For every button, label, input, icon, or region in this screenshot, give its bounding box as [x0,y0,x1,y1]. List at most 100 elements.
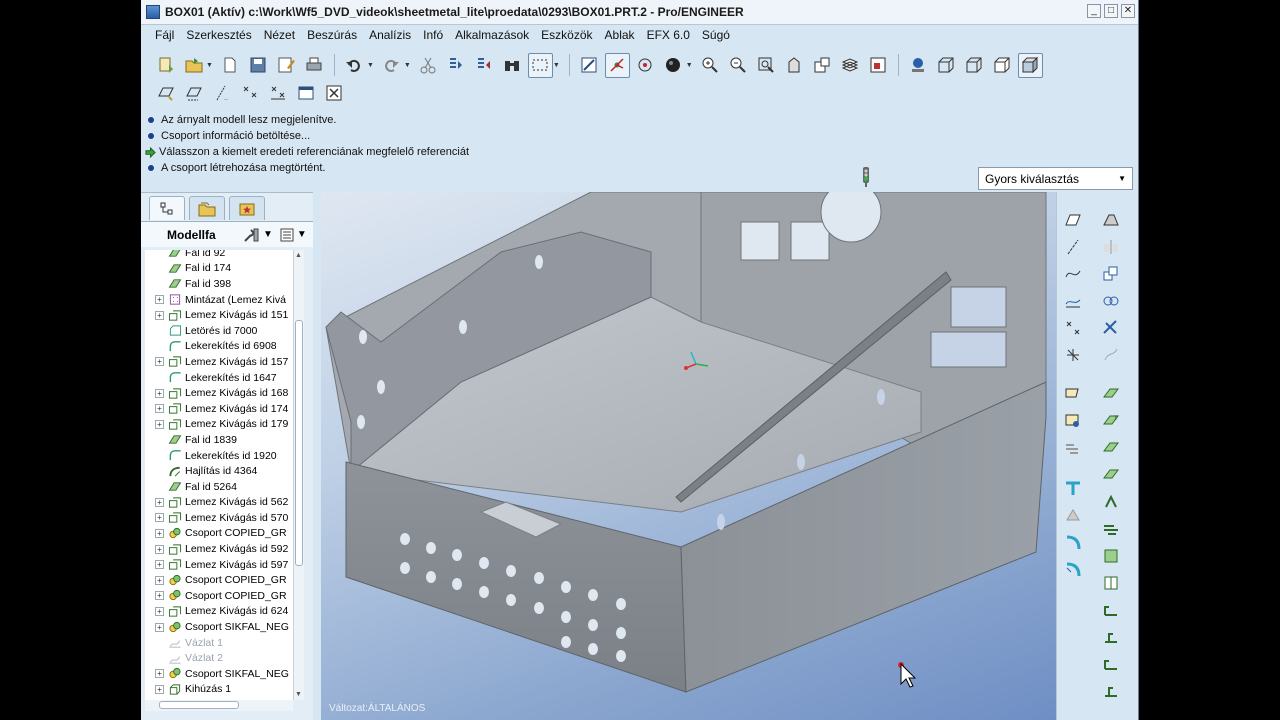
tree-show-button[interactable]: ▼ [279,227,307,243]
menu-view[interactable]: Nézet [258,28,301,42]
copy-tool[interactable] [1099,262,1123,286]
extend-tool[interactable] [1061,503,1085,527]
tree-row[interactable]: Hajlítás id 4364 [145,463,293,479]
cut-button[interactable] [416,53,441,78]
scrollbar-thumb[interactable] [159,701,239,709]
tree-row[interactable]: Letörés id 7000 [145,323,293,339]
graphics-viewport[interactable]: Változat:ÁLTALÁNOS [321,192,1056,720]
expand-icon[interactable]: + [155,357,164,367]
offset-tool[interactable] [1099,343,1123,367]
select-dropdown-icon[interactable]: ▼ [553,62,560,69]
save-as-button[interactable] [274,53,299,78]
wall-tool-2[interactable]: T [1099,409,1123,433]
quick-select-dropdown[interactable]: Gyors kiválasztás ▼ [978,167,1133,190]
expand-icon[interactable]: + [155,591,164,601]
wall-tool[interactable] [1099,382,1123,406]
expand-icon[interactable]: + [155,560,164,570]
tree-row[interactable]: Vázlat 1 [145,635,293,651]
form-tool[interactable] [1099,544,1123,568]
menu-applications[interactable]: Alkalmazások [449,28,535,42]
expand-icon[interactable]: + [155,310,164,320]
flatten-tool[interactable] [1099,571,1123,595]
group-tool[interactable] [1061,409,1085,433]
tree-row[interactable]: + Lemez Kivágás id 597 [145,557,293,573]
redo-dropdown-icon[interactable]: ▼ [404,62,411,69]
tree-horizontal-scrollbar[interactable] [145,700,293,711]
menu-tools[interactable]: Eszközök [535,28,598,42]
appearance-button[interactable] [906,53,931,78]
open-file-button[interactable] [181,53,206,78]
tree-row[interactable]: + Lemez Kivágás id 174 [145,401,293,417]
tree-row[interactable]: + Lemez Kivágás id 570 [145,510,293,526]
tree-row[interactable]: + Mintázat (Lemez Kivá [145,292,293,308]
close-window-button[interactable] [321,81,346,106]
trim-tool[interactable] [1099,316,1123,340]
expand-icon[interactable]: + [155,528,164,538]
zoom-out-button[interactable] [726,53,751,78]
sheetmetal-box-model[interactable] [321,192,1056,720]
spin-center-button[interactable] [604,52,630,78]
tab-model-tree[interactable] [149,196,185,220]
tree-vertical-scrollbar[interactable]: ▲ ▼ [293,250,304,700]
tree-row[interactable]: + Csoport COPIED_GR [145,526,293,542]
menu-info[interactable]: Infó [417,28,449,42]
close-button[interactable]: ✕ [1121,4,1135,18]
expand-icon[interactable]: + [155,606,164,616]
tree-row[interactable]: + Lemez Kivágás id 179 [145,417,293,433]
deform-area-tool[interactable] [1099,679,1123,703]
edge-bend-tool[interactable] [1061,557,1085,581]
rip-tool[interactable] [1099,490,1123,514]
expand-icon[interactable]: + [155,404,164,414]
expand-icon[interactable]: + [155,497,164,507]
model-tree-button[interactable] [293,81,318,106]
scrollbar-thumb[interactable] [295,320,303,566]
merge-tool[interactable] [1099,289,1123,313]
expand-icon[interactable]: + [155,419,164,429]
datum-points-button[interactable]: .. [209,81,234,106]
print-button[interactable] [302,53,327,78]
tab-folder-browser[interactable] [189,196,225,220]
conversion-tool[interactable] [1099,652,1123,676]
bend-table-tool[interactable] [1099,598,1123,622]
orient-mode-button[interactable] [633,53,658,78]
shading-button[interactable] [661,53,686,78]
tree-row[interactable]: Fal id 174 [145,261,293,277]
datum-plane-tool[interactable] [1061,208,1085,232]
repaint-button[interactable] [577,53,602,78]
tree-row[interactable]: + Csoport COPIED_GR [145,572,293,588]
expand-icon[interactable]: + [155,544,164,554]
tree-row[interactable]: + Lemez Kivágás id 562 [145,495,293,511]
select-box-button[interactable] [527,52,553,78]
menu-insert[interactable]: Beszúrás [301,28,363,42]
wall-tool-3[interactable] [1099,436,1123,460]
tree-row[interactable]: + Kihúzás 1 [145,682,293,698]
new-file-button[interactable] [153,53,178,78]
tree-row[interactable]: Lekerekítés id 1920 [145,448,293,464]
sketch-tool[interactable] [1061,289,1085,313]
tree-row[interactable]: + Lemez Kivágás id 592 [145,541,293,557]
menu-help[interactable]: Súgó [696,28,736,42]
flange-tool[interactable] [1061,476,1085,500]
expand-icon[interactable]: + [155,684,164,694]
expand-icon[interactable]: + [155,669,164,679]
wall-tool-4[interactable] [1099,463,1123,487]
tree-row[interactable]: + Csoport COPIED_GR [145,588,293,604]
expand-icon[interactable]: + [155,388,164,398]
panel-resize-handle[interactable] [313,192,321,720]
tree-row[interactable]: + Csoport SIKFAL_NEG [145,619,293,635]
tree-row[interactable]: + Lemez Kivágás id 151 [145,307,293,323]
tree-row[interactable]: Lekerekítés id 1647 [145,370,293,386]
scroll-up-icon[interactable]: ▲ [295,252,302,259]
saved-views-button[interactable] [810,53,835,78]
hidden-line-button[interactable] [962,53,987,78]
expand-icon[interactable]: + [155,513,164,523]
bend-tool[interactable] [1061,530,1085,554]
tree-row[interactable]: + Lemez Kivágás id 168 [145,385,293,401]
tab-favorites[interactable] [229,196,265,220]
shading-dropdown-icon[interactable]: ▼ [686,62,693,69]
menu-efx[interactable]: EFX 6.0 [641,28,696,42]
menu-file[interactable]: Fájl [149,28,180,42]
tree-row[interactable]: + Csoport SIKFAL_NEG [145,666,293,682]
expand-icon[interactable]: + [155,575,164,585]
unbend-tool[interactable] [1061,436,1085,460]
